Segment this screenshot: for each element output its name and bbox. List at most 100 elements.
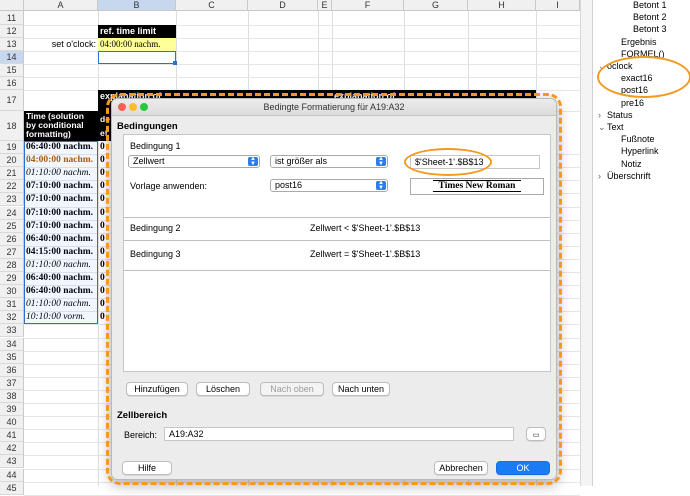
chevron-right-icon[interactable]: ›	[598, 110, 601, 121]
navigator-item[interactable]: ⌄ oclock	[598, 61, 633, 72]
close-icon[interactable]	[118, 103, 126, 111]
row-header[interactable]: 25	[0, 219, 24, 233]
column-header-d[interactable]: D	[248, 0, 318, 11]
row-header[interactable]: 12	[0, 25, 24, 38]
operator-select[interactable]: ist größer als ▲ ▼	[270, 155, 388, 168]
b-column-cell[interactable]: 0	[98, 311, 112, 324]
shrink-range-button[interactable]: ▭	[526, 427, 546, 441]
row-header[interactable]: 26	[0, 232, 24, 246]
row-header[interactable]: 22	[0, 180, 24, 194]
row-header[interactable]: 17	[0, 90, 24, 111]
range-input[interactable]: A19:A32	[164, 427, 514, 441]
b-column-cell[interactable]: 0	[98, 272, 112, 285]
cell-value-select[interactable]: Zellwert ▲ ▼	[128, 155, 260, 168]
navigator-item[interactable]: Betont 3	[633, 24, 667, 35]
row-header[interactable]: 27	[0, 245, 24, 259]
ok-button[interactable]: OK	[496, 461, 550, 475]
navigator-item[interactable]: › Status	[598, 110, 633, 121]
add-condition-button[interactable]: Hinzufügen	[126, 382, 188, 396]
navigator-item[interactable]: Notiz	[621, 159, 642, 170]
help-button[interactable]: Hilfe	[122, 461, 172, 475]
navigator-item[interactable]: › Überschrift	[598, 171, 651, 182]
navigator-item[interactable]: post16	[621, 85, 648, 96]
b-column-cell[interactable]: 0	[98, 246, 112, 259]
row-header[interactable]: 37	[0, 376, 24, 390]
style-select[interactable]: post16 ▲ ▼	[270, 179, 388, 192]
ref-time-cell[interactable]: 04:00:00 nachm.	[98, 38, 176, 51]
column-header-b[interactable]: B	[98, 0, 176, 11]
column-header-c[interactable]: C	[176, 0, 248, 11]
row-header[interactable]: 32	[0, 311, 24, 325]
row-header[interactable]: 38	[0, 389, 24, 403]
condition3-label[interactable]: Bedingung 3	[130, 249, 181, 259]
row-header[interactable]: 31	[0, 298, 24, 312]
column-header-f[interactable]: F	[332, 0, 404, 11]
row-header[interactable]: 29	[0, 272, 24, 286]
navigator-item[interactable]: Hyperlink	[621, 146, 659, 157]
move-down-button[interactable]: Nach unten	[332, 382, 390, 396]
row-header[interactable]: 35	[0, 350, 24, 364]
row-header[interactable]: 23	[0, 193, 24, 207]
column-header-g[interactable]: G	[404, 0, 468, 11]
b-column-cell[interactable]: 0	[98, 259, 112, 272]
cancel-button[interactable]: Abbrechen	[434, 461, 488, 475]
b-column-cell[interactable]: 0	[98, 298, 112, 311]
b-column-cell[interactable]: 0	[98, 167, 112, 180]
column-header-a[interactable]: A	[24, 0, 98, 11]
row-header[interactable]: 39	[0, 403, 24, 417]
column-header-e[interactable]: E	[318, 0, 332, 11]
navigator-item[interactable]: pre16	[621, 98, 644, 109]
row-header[interactable]: 28	[0, 258, 24, 272]
b-column-cell[interactable]: 0	[98, 141, 112, 154]
row-header[interactable]: 40	[0, 416, 24, 430]
row-header[interactable]: 34	[0, 337, 24, 351]
b-column-cell[interactable]: 0	[98, 233, 112, 246]
move-up-button[interactable]: Nach oben	[260, 382, 324, 396]
b-column-cell[interactable]: 0	[98, 180, 112, 193]
condition-value-field[interactable]: $'Sheet-1'.$B$13	[410, 155, 540, 169]
column-header-i[interactable]: I	[536, 0, 580, 11]
row-header[interactable]: 43	[0, 455, 24, 469]
column-header-h[interactable]: H	[468, 0, 536, 11]
row-header[interactable]: 11	[0, 11, 24, 25]
b-column-cell[interactable]: 0	[98, 193, 112, 206]
row-header[interactable]: 36	[0, 363, 24, 377]
condition2-label[interactable]: Bedingung 2	[130, 223, 181, 233]
navigator-item[interactable]: Betont 1	[633, 0, 667, 11]
row-header[interactable]: 44	[0, 468, 24, 482]
row-header[interactable]: 18	[0, 111, 24, 141]
b-column-cell[interactable]: 0	[98, 220, 112, 233]
row-header[interactable]: 42	[0, 442, 24, 456]
row-header[interactable]: 21	[0, 167, 24, 181]
row-header[interactable]: 20	[0, 154, 24, 168]
active-cell-cursor[interactable]	[98, 51, 176, 64]
row-header[interactable]: 33	[0, 324, 24, 338]
row-header[interactable]: 14	[0, 51, 24, 64]
zoom-icon[interactable]	[140, 103, 148, 111]
fill-handle[interactable]	[173, 61, 177, 65]
b-column-cell[interactable]: 0	[98, 154, 112, 167]
navigator-item[interactable]: FORMEL()	[621, 49, 665, 60]
row-header[interactable]: 45	[0, 481, 24, 495]
delete-condition-button[interactable]: Löschen	[196, 382, 250, 396]
row-header[interactable]: 16	[0, 77, 24, 90]
chevron-right-icon[interactable]: ›	[598, 171, 601, 182]
row-header[interactable]: 24	[0, 206, 24, 220]
select-all-corner[interactable]	[0, 0, 24, 11]
row-header[interactable]: 15	[0, 64, 24, 77]
row-header[interactable]: 19	[0, 141, 24, 155]
chevron-down-icon[interactable]: ⌄	[598, 122, 606, 133]
row-header[interactable]: 30	[0, 285, 24, 299]
b-column-cell[interactable]: 0	[98, 285, 112, 298]
navigator-item[interactable]: ⌄ Text	[598, 122, 624, 133]
navigator-item[interactable]: Ergebnis	[621, 37, 657, 48]
navigator-item[interactable]: Fußnote	[621, 134, 655, 145]
minimize-icon[interactable]	[129, 103, 137, 111]
chevron-down-icon[interactable]: ⌄	[598, 61, 606, 72]
b-column-cell[interactable]: 0	[98, 207, 112, 220]
dialog-titlebar[interactable]: Bedingte Formatierung für A19:A32	[112, 99, 556, 116]
navigator-item[interactable]: exact16	[621, 73, 653, 84]
navigator-item[interactable]: Betont 2	[633, 12, 667, 23]
condition3-summary[interactable]: Zellwert = $'Sheet-1'.$B$13	[310, 249, 420, 259]
row-header[interactable]: 41	[0, 429, 24, 443]
